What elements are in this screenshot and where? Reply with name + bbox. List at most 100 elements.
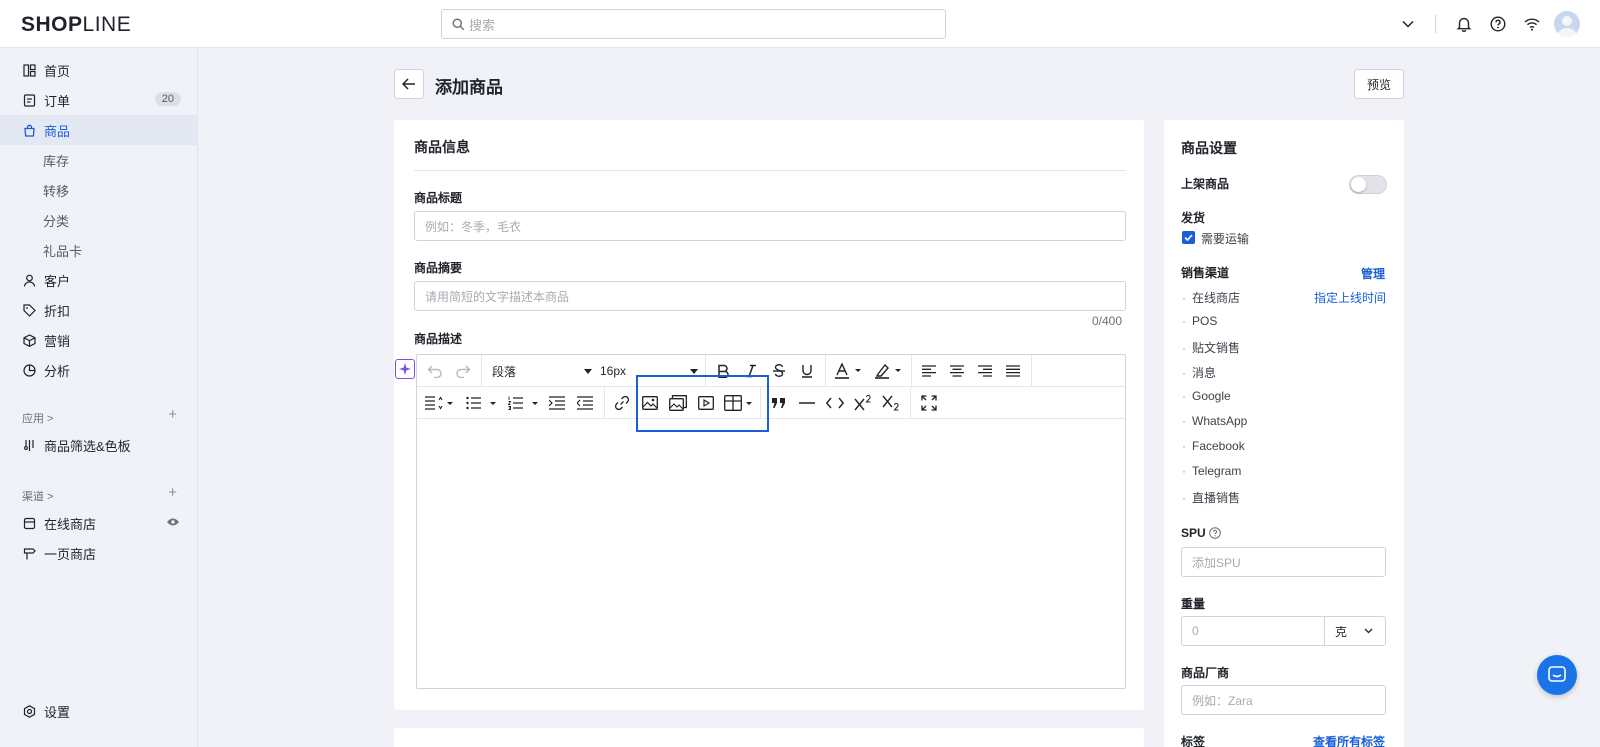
sidebar-item-label: 设置 <box>44 704 71 720</box>
rich-text-editor[interactable]: 段落 16px <box>416 354 1126 689</box>
ai-sparkle-icon[interactable] <box>395 359 415 379</box>
sidebar-item-label: 商品 <box>44 123 71 139</box>
weight-unit-value: 克 <box>1335 624 1348 639</box>
sidebar-item-online-store[interactable]: 在线商店 <box>0 508 198 538</box>
product-title-input[interactable]: 例如：冬季，毛衣 <box>414 211 1126 241</box>
eye-icon[interactable] <box>166 517 180 527</box>
sidebar-item-label: 折扣 <box>44 303 71 319</box>
add-app-icon[interactable]: + <box>168 406 177 423</box>
person-icon <box>22 273 36 287</box>
sidebar-item-orders[interactable]: 订单 20 <box>0 85 198 115</box>
sidebar-item-label: 订单 <box>44 93 71 109</box>
sidebar-item-label: 库存 <box>43 153 70 169</box>
line-height-icon[interactable] <box>423 391 455 415</box>
sidebar-item-label: 营销 <box>44 333 71 349</box>
highlight-color-icon[interactable] <box>870 359 906 383</box>
indent-increase-icon[interactable] <box>545 391 569 415</box>
product-title-placeholder: 例如：冬季，毛衣 <box>425 219 522 234</box>
wifi-icon[interactable] <box>1520 12 1544 36</box>
orders-count-badge: 20 <box>154 92 181 106</box>
paragraph-select[interactable]: 段落 <box>492 359 592 383</box>
editor-toolbar-row-1: 段落 16px <box>417 355 1125 387</box>
product-description-label: 商品描述 <box>414 332 463 346</box>
add-channel-icon[interactable]: + <box>168 484 177 501</box>
align-justify-icon[interactable] <box>1001 359 1025 383</box>
apps-section-label[interactable]: 应用 > <box>22 410 53 426</box>
preview-button[interactable]: 预览 <box>1354 69 1404 99</box>
schedule-publish-link[interactable]: 指定上线时间 <box>1314 289 1386 306</box>
user-avatar[interactable] <box>1554 11 1580 37</box>
manage-channels-link[interactable]: 管理 <box>1361 265 1385 282</box>
requires-shipping-checkbox[interactable] <box>1182 231 1195 244</box>
account-dropdown[interactable] <box>1396 12 1420 36</box>
sidebar-item-home[interactable]: 首页 <box>0 55 198 85</box>
align-center-icon[interactable] <box>945 359 969 383</box>
publish-label: 上架商品 <box>1181 177 1230 191</box>
superscript-icon[interactable] <box>851 391 875 415</box>
top-bar: SHOPLINE 搜索 <box>0 0 1600 48</box>
next-section-card <box>394 728 1144 747</box>
subscript-icon[interactable] <box>879 391 903 415</box>
product-summary-input[interactable]: 请用简短的文字描述本商品 <box>414 281 1126 311</box>
blockquote-icon[interactable] <box>767 391 791 415</box>
channel-item: · 贴文销售 <box>1182 341 1241 355</box>
sidebar-item-label: 首页 <box>44 63 71 79</box>
search-input[interactable]: 搜索 <box>441 9 946 39</box>
help-icon[interactable] <box>1209 527 1221 539</box>
sidebar-item-transfers[interactable]: 转移 <box>0 175 198 205</box>
publish-toggle[interactable] <box>1349 175 1387 194</box>
sidebar-item-categories[interactable]: 分类 <box>0 205 198 235</box>
sidebar-item-label: 分类 <box>43 213 70 229</box>
align-right-icon[interactable] <box>973 359 997 383</box>
code-icon[interactable] <box>823 391 847 415</box>
underline-icon[interactable] <box>795 359 819 383</box>
search-icon <box>452 17 465 31</box>
gear-icon <box>22 704 36 718</box>
channel-item: · Facebook <box>1182 439 1245 453</box>
fullscreen-icon[interactable] <box>917 391 941 415</box>
dashboard-icon <box>22 63 36 77</box>
redo-icon[interactable] <box>453 359 473 383</box>
sidebar-item-one-page-store[interactable]: 一页商店 <box>0 538 198 568</box>
channels-section-label[interactable]: 渠道 > <box>22 488 53 504</box>
sidebar-item-customers[interactable]: 客户 <box>0 265 198 295</box>
strikethrough-icon[interactable] <box>767 359 791 383</box>
sidebar-item-product-filter[interactable]: 商品筛选&色板 <box>0 430 198 460</box>
sidebar-item-products[interactable]: 商品 <box>0 115 198 145</box>
chat-support-button[interactable] <box>1537 655 1577 695</box>
sidebar-item-label: 分析 <box>44 363 71 379</box>
link-icon[interactable] <box>610 391 634 415</box>
horizontal-rule-icon[interactable] <box>795 391 819 415</box>
sidebar-item-gift-cards[interactable]: 礼品卡 <box>0 235 198 265</box>
product-summary-placeholder: 请用简短的文字描述本商品 <box>425 289 570 304</box>
undo-icon[interactable] <box>425 359 445 383</box>
arrow-left-icon <box>402 78 415 90</box>
help-icon[interactable] <box>1486 12 1510 36</box>
editor-toolbar-row-2 <box>417 387 1125 419</box>
sidebar-item-discounts[interactable]: 折扣 <box>0 295 198 325</box>
sidebar-item-analytics[interactable]: 分析 <box>0 355 198 385</box>
filter-app-icon <box>22 438 36 452</box>
sidebar-item-settings[interactable]: 设置 <box>0 696 198 726</box>
sidebar-item-marketing[interactable]: 营销 <box>0 325 198 355</box>
summary-char-counter: 0/400 <box>1092 314 1123 328</box>
align-left-icon[interactable] <box>917 359 941 383</box>
shopline-logo[interactable]: SHOPLINE <box>21 13 131 37</box>
bell-icon[interactable] <box>1452 12 1476 36</box>
bullet-list-icon[interactable] <box>463 391 499 415</box>
spu-input[interactable]: 添加SPU <box>1181 547 1386 577</box>
shopping-bag-icon <box>22 123 36 137</box>
editor-content-area[interactable] <box>417 419 1125 688</box>
weight-unit-select[interactable]: 克 <box>1324 616 1386 646</box>
back-button[interactable] <box>394 69 424 99</box>
chevron-down-icon[interactable] <box>1396 12 1420 36</box>
font-color-icon[interactable] <box>830 359 866 383</box>
view-all-tags-link[interactable]: 查看所有标签 <box>1313 733 1385 747</box>
indent-decrease-icon[interactable] <box>573 391 597 415</box>
sidebar-item-label: 转移 <box>43 183 70 199</box>
numbered-list-icon[interactable] <box>505 391 541 415</box>
weight-input[interactable]: 0 <box>1181 616 1325 646</box>
sidebar-item-inventory[interactable]: 库存 <box>0 145 198 175</box>
vendor-input[interactable]: 例如：Zara <box>1181 685 1386 715</box>
sidebar-item-label: 礼品卡 <box>43 243 83 259</box>
